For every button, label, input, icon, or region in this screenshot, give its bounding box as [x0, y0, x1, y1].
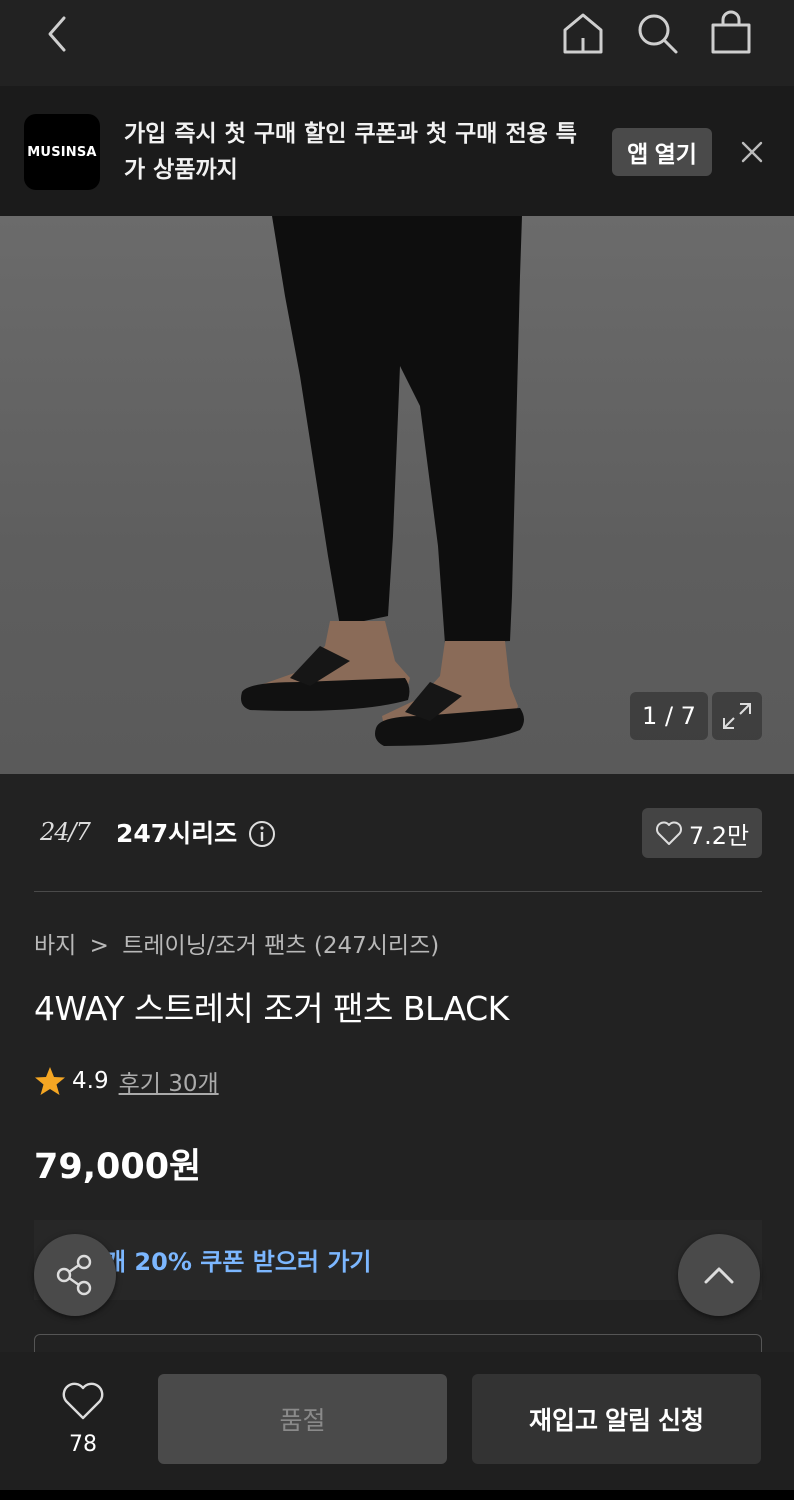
- wishlist-button[interactable]: 78: [40, 1378, 126, 1468]
- brand-info-button[interactable]: [248, 820, 276, 848]
- coupon-banner[interactable]: 개 20% 쿠폰 받으러 가기: [34, 1220, 762, 1300]
- home-icon: [563, 13, 603, 54]
- rating: 4.9 후기 30개: [34, 1064, 219, 1098]
- restock-alert-button[interactable]: 재입고 알림 신청: [472, 1374, 761, 1464]
- heart-icon: [655, 821, 682, 845]
- rating-score: 4.9: [72, 1068, 109, 1094]
- share-button[interactable]: [34, 1234, 116, 1316]
- search-button[interactable]: [634, 10, 680, 56]
- brand-row: 24/7 247시리즈 7.2만: [34, 800, 762, 892]
- share-icon: [56, 1254, 92, 1296]
- product-image[interactable]: 1 / 7: [0, 216, 794, 774]
- brand-like-count: 7.2만: [688, 821, 750, 850]
- coupon-text: 개 20% 쿠폰 받으러 가기: [104, 1248, 372, 1276]
- breadcrumb-category[interactable]: 바지: [34, 933, 76, 959]
- product-title: 4WAY 스트레치 조거 팬츠 BLACK: [34, 989, 509, 1028]
- banner-message: 가입 즉시 첫 구매 할인 쿠폰과 첫 구매 전용 특가 상품까지: [124, 121, 577, 183]
- breadcrumb: 바지 > 트레이닝/조거 팬츠 (247시리즈): [34, 926, 439, 960]
- close-icon: [741, 141, 763, 163]
- cart-button[interactable]: [708, 10, 754, 56]
- system-bar: [0, 1490, 794, 1500]
- shopping-bag-icon: [711, 10, 751, 54]
- chevron-up-icon: [704, 1267, 734, 1284]
- home-button[interactable]: [560, 10, 606, 56]
- review-link[interactable]: 후기 30개: [119, 1064, 219, 1098]
- breadcrumb-subcategory[interactable]: 트레이닝/조거 팬츠 (247시리즈): [122, 933, 439, 959]
- back-button[interactable]: [36, 12, 80, 56]
- expand-button[interactable]: [712, 692, 762, 740]
- open-app-button[interactable]: 앱 열기: [612, 128, 712, 176]
- product-photo: [241, 216, 524, 746]
- search-icon: [638, 14, 678, 54]
- musinsa-logo: MUSINSA: [24, 114, 100, 190]
- product-price: 79,000원: [34, 1147, 202, 1187]
- brand-name[interactable]: 247시리즈: [116, 814, 237, 850]
- soldout-button[interactable]: 품절: [158, 1374, 447, 1464]
- brand-logo[interactable]: 24/7: [40, 818, 91, 846]
- image-counter: 1 / 7: [630, 692, 708, 740]
- scroll-top-button[interactable]: [678, 1234, 760, 1316]
- heart-icon: [62, 1382, 104, 1420]
- wishlist-count: 78: [69, 1432, 97, 1457]
- expand-icon: [723, 703, 751, 729]
- brand-like-button[interactable]: 7.2만: [642, 808, 762, 858]
- star-icon: [35, 1067, 65, 1095]
- top-nav: [0, 0, 794, 86]
- bottom-action-bar: 78 품절 재입고 알림 신청: [0, 1352, 794, 1500]
- chevron-left-icon: [48, 16, 66, 52]
- app-banner: MUSINSA 가입 즉시 첫 구매 할인 쿠폰과 첫 구매 전용 특가 상품까…: [0, 86, 794, 216]
- breadcrumb-separator: >: [89, 933, 109, 959]
- info-icon: [249, 821, 275, 847]
- close-banner-button[interactable]: [736, 136, 768, 168]
